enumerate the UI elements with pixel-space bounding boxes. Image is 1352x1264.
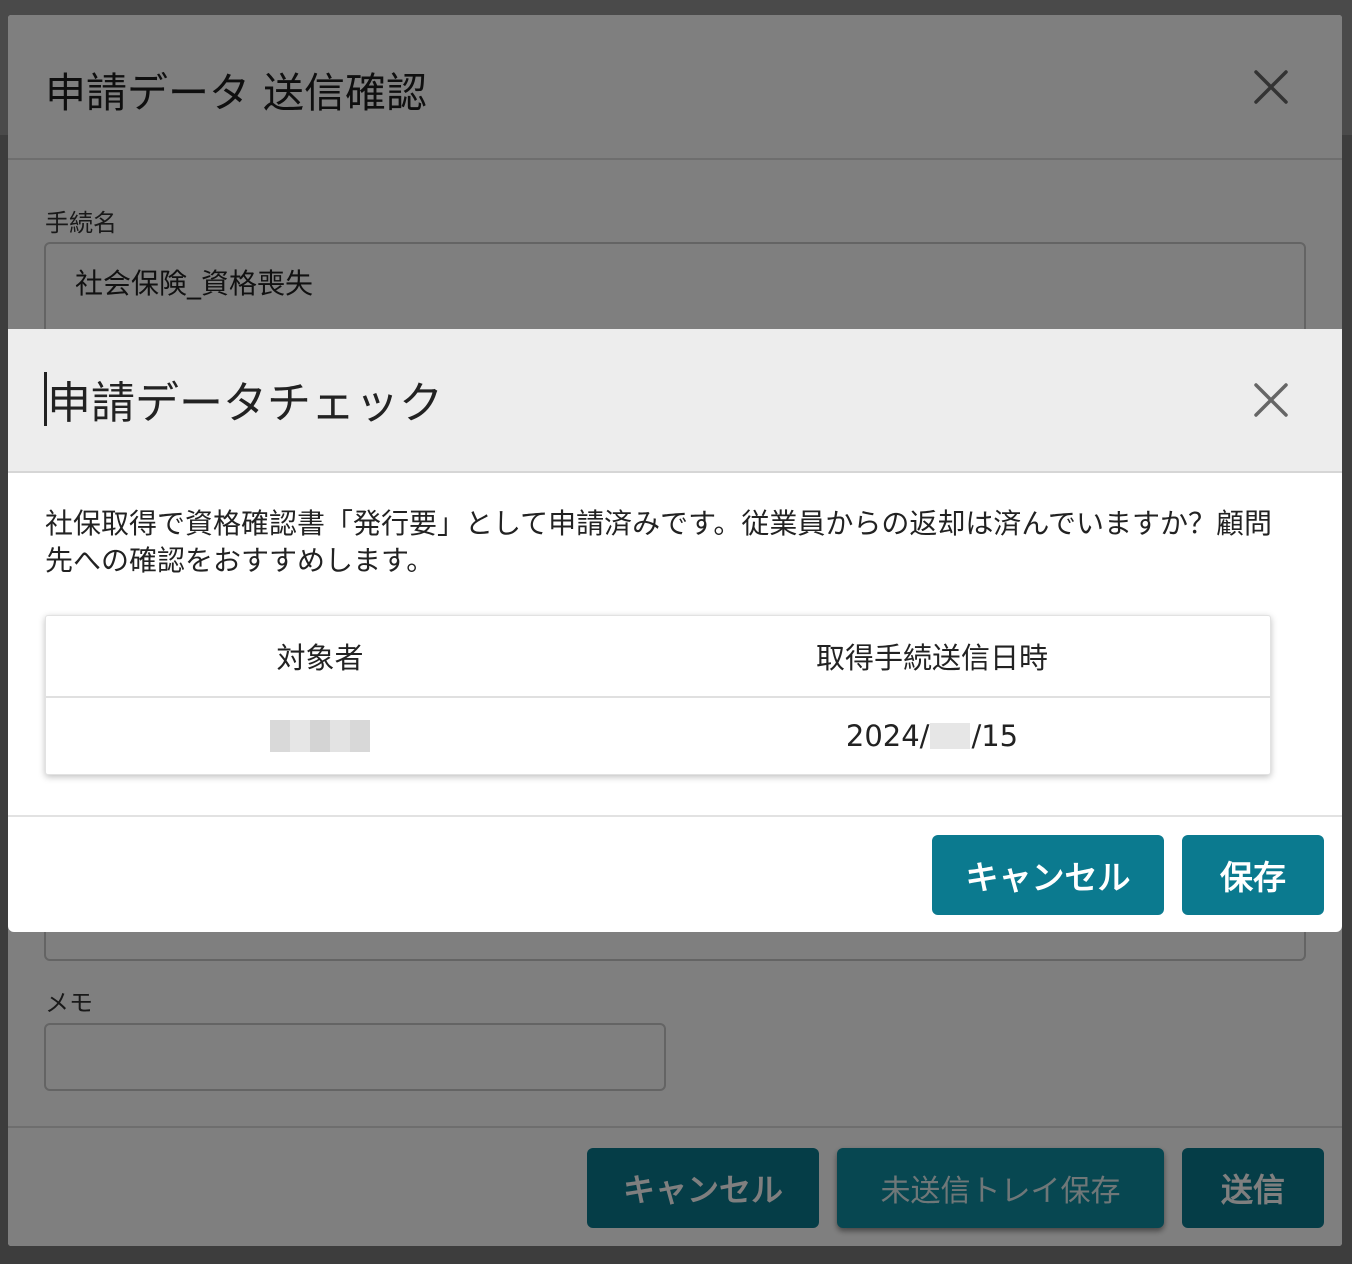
target-person-cell: [46, 698, 594, 774]
date-day: /15: [971, 719, 1019, 753]
table-row: 2024/ /15: [46, 698, 1270, 774]
data-check-dialog: 申請データチェック 社保取得で資格確認書「発行要」として申請済みです。従業員から…: [8, 329, 1342, 932]
check-message: 社保取得で資格確認書「発行要」として申請済みです。従業員からの返却は済んでいます…: [45, 507, 1272, 577]
send-date-cell: 2024/ /15: [594, 698, 1270, 774]
data-check-footer: キャンセル 保存: [8, 815, 1342, 932]
redacted-name: [270, 720, 370, 752]
save-button[interactable]: 保存: [1182, 835, 1324, 915]
data-check-header: 申請データチェック: [8, 329, 1342, 473]
data-check-title: 申請データチェック: [47, 378, 443, 429]
column-header-send-date: 取得手続送信日時: [815, 641, 1048, 675]
cancel-button[interactable]: キャンセル: [932, 835, 1164, 915]
table-header-row: 対象者 取得手続送信日時: [46, 616, 1270, 698]
date-year: 2024/: [845, 719, 930, 753]
column-header-target-person: 対象者: [276, 641, 364, 675]
close-icon[interactable]: [1253, 382, 1289, 418]
check-table: 対象者 取得手続送信日時 2024/ /15: [45, 615, 1271, 775]
redacted-month: [930, 723, 971, 749]
